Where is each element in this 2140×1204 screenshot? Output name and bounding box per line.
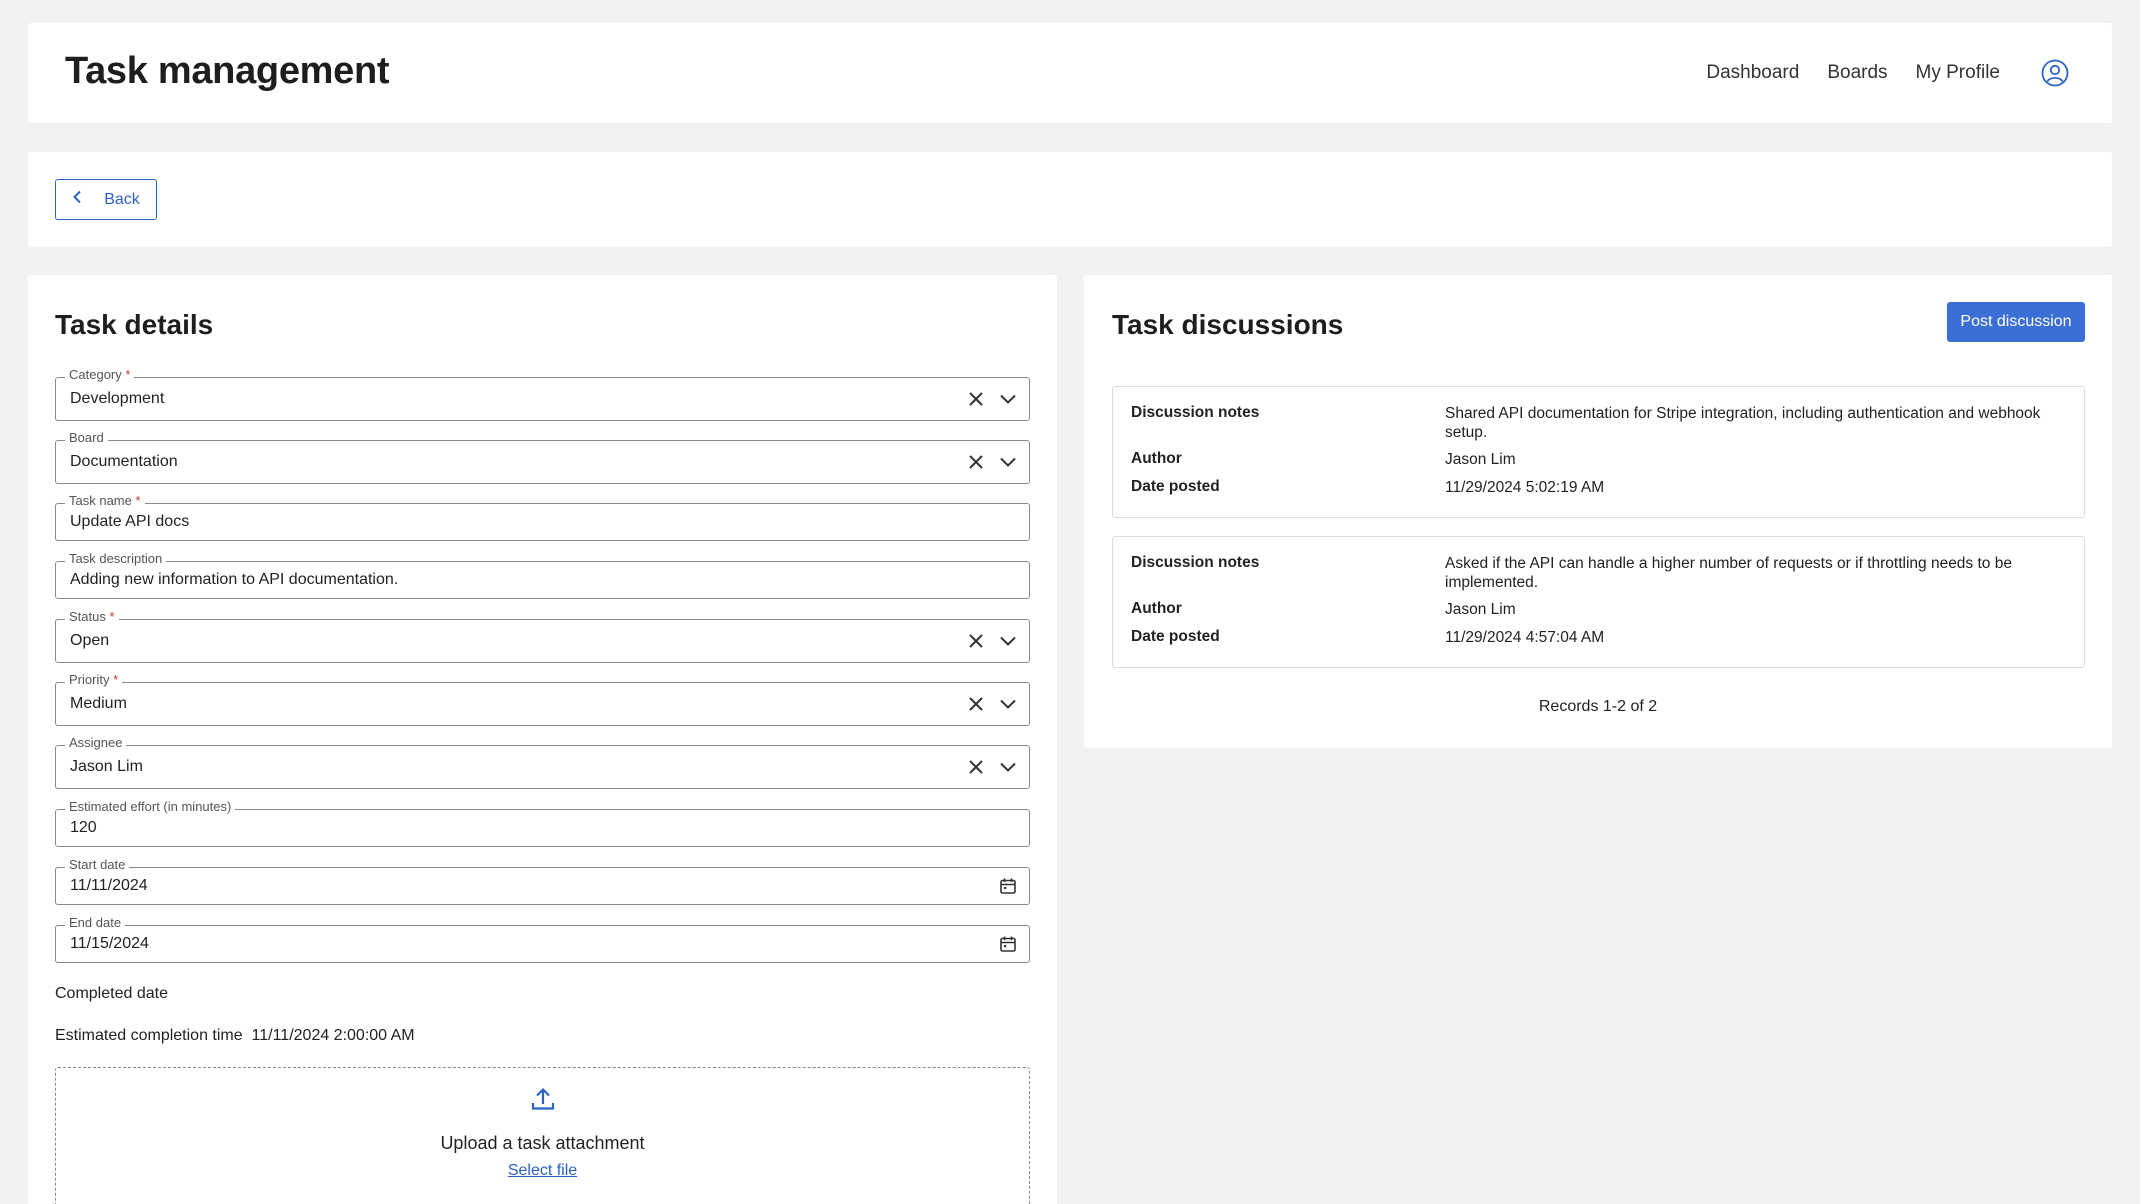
calendar-icon[interactable] (997, 875, 1019, 897)
board-select[interactable]: Board Documentation (55, 430, 1030, 484)
top-nav: Dashboard Boards My Profile (1678, 23, 2070, 123)
task-discussions-panel: Task discussions Post discussion Discuss… (1084, 275, 2112, 748)
task-discussions-title: Task discussions (1112, 309, 1344, 340)
category-label: Category (69, 367, 122, 382)
end-date-label: End date (65, 915, 126, 930)
discussion-author-key: Author (1131, 450, 1182, 467)
discussion-date-value: 11/29/2024 5:02:19 AM (1445, 479, 1605, 496)
clear-icon[interactable] (965, 756, 987, 778)
category-select[interactable]: Category * Development (55, 367, 1030, 421)
post-discussion-button[interactable]: Post discussion (1947, 302, 2085, 342)
clear-icon[interactable] (965, 693, 987, 715)
nav-dashboard[interactable]: Dashboard (1706, 62, 1799, 84)
discussion-item: Discussion notes Shared API documentatio… (1112, 386, 2085, 518)
task-description-label: Task description (65, 551, 167, 566)
discussion-notes-key: Discussion notes (1131, 404, 1260, 421)
discussion-author-value: Jason Lim (1445, 451, 1516, 468)
status-label: Status (69, 609, 106, 624)
assignee-value: Jason Lim (70, 758, 143, 775)
back-button-label: Back (104, 190, 140, 208)
board-value: Documentation (70, 453, 178, 470)
estimated-completion-row: Estimated completion time 11/11/2024 2:0… (55, 1027, 415, 1045)
start-date-input[interactable]: Start date 11/11/2024 (55, 857, 1030, 905)
nav-boards[interactable]: Boards (1827, 62, 1887, 84)
discussion-notes-value: Shared API documentation for Stripe inte… (1445, 405, 2041, 441)
assignee-label: Assignee (65, 735, 127, 750)
discussion-date-key: Date posted (1131, 628, 1220, 645)
nav-my-profile[interactable]: My Profile (1916, 62, 2000, 84)
chevron-down-icon[interactable] (997, 630, 1019, 652)
estimated-completion-label: Estimated completion time (55, 1027, 243, 1044)
chevron-down-icon[interactable] (997, 451, 1019, 473)
board-label: Board (65, 430, 108, 445)
back-bar: Back (28, 152, 2112, 247)
discussion-date-key: Date posted (1131, 478, 1220, 495)
task-description-value: Adding new information to API documentat… (70, 571, 399, 588)
discussion-notes-key: Discussion notes (1131, 554, 1260, 571)
app-header: Task management Dashboard Boards My Prof… (28, 23, 2112, 123)
user-circle-icon[interactable] (2040, 58, 2070, 88)
discussion-notes-value: Asked if the API can handle a higher num… (1445, 555, 2012, 591)
clear-icon[interactable] (965, 630, 987, 652)
start-date-value: 11/11/2024 (70, 877, 148, 894)
discussion-author-value: Jason Lim (1445, 601, 1516, 618)
assignee-select[interactable]: Assignee Jason Lim (55, 735, 1030, 789)
clear-icon[interactable] (965, 388, 987, 410)
completed-date-label: Completed date (55, 985, 168, 1002)
priority-label: Priority (69, 672, 110, 687)
upload-text: Upload a task attachment (440, 1133, 645, 1153)
discussion-author-key: Author (1131, 600, 1182, 617)
discussion-item: Discussion notes Asked if the API can ha… (1112, 536, 2085, 668)
discussion-date-value: 11/29/2024 4:57:04 AM (1445, 629, 1605, 646)
estimated-effort-input[interactable]: Estimated effort (in minutes) 120 (55, 799, 1030, 847)
chevron-left-icon (72, 190, 82, 209)
priority-value: Medium (70, 695, 127, 712)
task-name-value: Update API docs (70, 513, 190, 530)
app-title: Task management (65, 50, 390, 92)
estimated-effort-value: 120 (70, 819, 97, 836)
calendar-icon[interactable] (997, 933, 1019, 955)
task-details-title: Task details (55, 309, 214, 340)
select-file-link[interactable]: Select file (56, 1162, 1029, 1180)
chevron-down-icon[interactable] (997, 388, 1019, 410)
upload-icon (56, 1086, 1029, 1112)
status-select[interactable]: Status * Open (55, 609, 1030, 663)
end-date-value: 11/15/2024 (70, 935, 149, 952)
task-name-label: Task name (69, 493, 132, 508)
end-date-input[interactable]: End date 11/15/2024 (55, 915, 1030, 963)
estimated-completion-value: 11/11/2024 2:00:00 AM (251, 1027, 415, 1044)
start-date-label: Start date (65, 857, 130, 872)
category-value: Development (70, 390, 165, 407)
chevron-down-icon[interactable] (997, 693, 1019, 715)
task-name-input[interactable]: Task name * Update API docs (55, 493, 1030, 541)
task-description-input[interactable]: Task description Adding new information … (55, 551, 1030, 599)
clear-icon[interactable] (965, 451, 987, 473)
task-details-panel: Task details Category * Development Boar… (28, 275, 1057, 1204)
upload-dropzone[interactable]: Upload a task attachment Select file (55, 1067, 1030, 1204)
status-value: Open (70, 632, 110, 649)
chevron-down-icon[interactable] (997, 756, 1019, 778)
back-button[interactable]: Back (55, 179, 157, 220)
records-count: Records 1-2 of 2 (1538, 698, 1658, 715)
priority-select[interactable]: Priority * Medium (55, 672, 1030, 726)
estimated-effort-label: Estimated effort (in minutes) (65, 799, 236, 814)
